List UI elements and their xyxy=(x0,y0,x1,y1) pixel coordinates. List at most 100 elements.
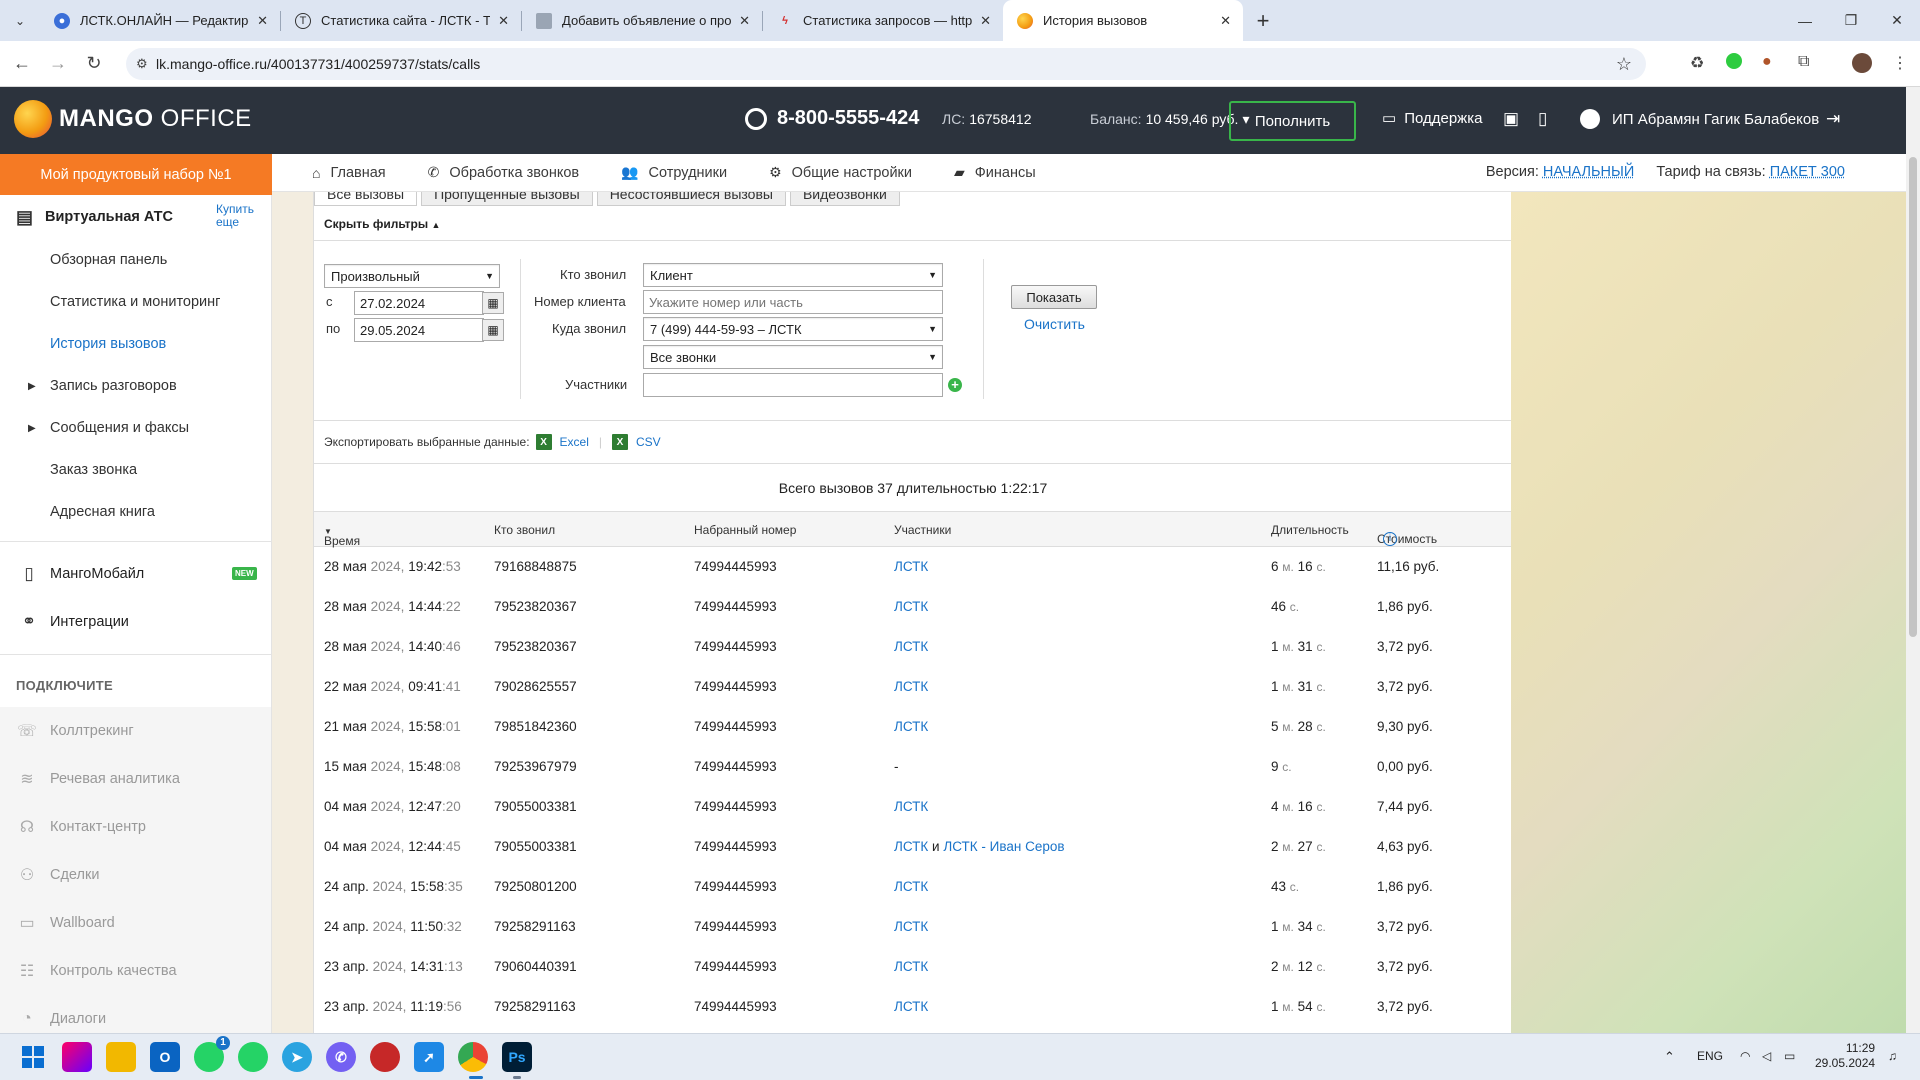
export-csv-link[interactable]: CSV xyxy=(636,435,661,449)
site-info-icon[interactable]: ⚙ xyxy=(136,56,148,72)
participant-link[interactable]: ЛСТК xyxy=(894,799,928,814)
participant-link[interactable]: ЛСТК xyxy=(894,679,928,694)
input-language[interactable]: ENG xyxy=(1697,1049,1723,1063)
nav-call-handling[interactable]: ✆ Обработка звонков xyxy=(428,164,579,181)
close-window-icon[interactable]: ✕ xyxy=(1874,0,1920,41)
back-arrow-icon[interactable]: ← xyxy=(8,53,36,74)
logout-icon[interactable]: ⇥ xyxy=(1826,109,1840,129)
nav-settings[interactable]: ⚙ Общие настройки xyxy=(769,164,912,181)
user-menu[interactable]: ИП Абрамян Гагик Балабеков xyxy=(1580,109,1819,129)
tab-failed-calls[interactable]: Несостоявшиеся вызовы xyxy=(596,192,786,206)
sidebar-item-integrations[interactable]: ⚭ Интеграции xyxy=(0,598,271,646)
rocket-app-icon[interactable]: ➚ xyxy=(414,1042,444,1072)
photoshop-icon[interactable]: Ps xyxy=(502,1042,532,1072)
sidebar-item-callback[interactable]: Заказ звонка xyxy=(0,449,271,491)
new-tab-icon[interactable]: + xyxy=(1243,8,1283,34)
buy-more-link[interactable]: Купить еще xyxy=(216,203,254,229)
forward-arrow-icon[interactable]: → xyxy=(44,53,72,74)
tab-all-calls[interactable]: Все вызовы xyxy=(314,192,418,206)
notifications-bell-icon[interactable]: ♫ xyxy=(1888,1049,1897,1063)
sidebar-item-wallboard[interactable]: ▭ Wallboard xyxy=(0,899,271,947)
hide-filters-toggle[interactable]: Скрыть фильтры ▲ xyxy=(324,217,440,231)
extension-green-icon[interactable] xyxy=(1726,53,1742,69)
outlook-icon[interactable]: O xyxy=(150,1042,180,1072)
participant-link[interactable]: ЛСТК xyxy=(894,839,928,854)
app-red-icon[interactable] xyxy=(370,1042,400,1072)
sidebar-item-call-history[interactable]: История вызовов xyxy=(0,323,271,365)
calendar-icon[interactable]: ▦ xyxy=(482,319,504,341)
info-icon[interactable]: i xyxy=(1383,532,1397,546)
whatsapp-business-icon[interactable] xyxy=(238,1042,268,1072)
date-from-input[interactable]: 27.02.2024 xyxy=(354,291,484,315)
sidebar-item-speech-analytics[interactable]: ≋ Речевая аналитика xyxy=(0,755,271,803)
battery-icon[interactable]: ▭ xyxy=(1784,1049,1795,1063)
product-set-banner[interactable]: Мой продуктовый набор №1 xyxy=(0,154,272,195)
col-time[interactable]: Время ▼ xyxy=(324,523,360,548)
caller-type-select[interactable]: Клиент ▼ xyxy=(643,263,943,287)
period-select[interactable]: Произвольный ▼ xyxy=(324,264,500,288)
address-bar[interactable]: ⚙ lk.mango-office.ru/400137731/400259737… xyxy=(126,48,1646,80)
reload-icon[interactable]: ↻ xyxy=(80,53,108,74)
sidebar-item-contact-center[interactable]: ☊ Контакт-центр xyxy=(0,803,271,851)
version-link[interactable]: НАЧАЛЬНЫЙ xyxy=(1543,164,1634,180)
close-tab-icon[interactable]: ✕ xyxy=(1220,13,1231,29)
sidebar-item-mangomobile[interactable]: ▯ МангоМобайл NEW xyxy=(0,550,271,598)
minimize-icon[interactable]: — xyxy=(1782,0,1828,41)
sidebar-item-recordings[interactable]: ▶ Запись разговоров xyxy=(0,365,271,407)
file-explorer-icon[interactable] xyxy=(106,1042,136,1072)
browser-tab[interactable]: ϟ Статистика запросов — https: ✕ xyxy=(763,0,1003,41)
bookmark-star-icon[interactable]: ☆ xyxy=(1616,54,1632,75)
participant-link[interactable]: ЛСТК xyxy=(894,919,928,934)
call-filter-select[interactable]: Все звонки ▼ xyxy=(643,345,943,369)
participant-link[interactable]: ЛСТК xyxy=(894,639,928,654)
participant-link[interactable]: ЛСТК xyxy=(894,599,928,614)
extensions-puzzle-icon[interactable]: ⧉ xyxy=(1798,53,1809,71)
scrollbar-thumb[interactable] xyxy=(1909,157,1917,637)
participant-link[interactable]: ЛСТК xyxy=(894,879,928,894)
mango-logo[interactable]: MANGO OFFICE xyxy=(14,100,252,138)
sidebar-item-overview[interactable]: Обзорная панель xyxy=(0,239,271,281)
close-tab-icon[interactable]: ✕ xyxy=(257,13,268,29)
sidebar-item-calltracking[interactable]: ☏ Коллтрекинг xyxy=(0,707,271,755)
browser-menu-icon[interactable]: ⋮ xyxy=(1892,53,1908,73)
whatsapp-icon[interactable]: 1 xyxy=(194,1036,230,1072)
close-tab-icon[interactable]: ✕ xyxy=(980,13,991,29)
participants-input[interactable] xyxy=(643,373,943,397)
viber-icon[interactable]: ✆ xyxy=(326,1042,356,1072)
nav-finance[interactable]: ▰ Финансы xyxy=(954,164,1036,181)
restore-icon[interactable]: ❐ xyxy=(1828,0,1874,41)
participant-link[interactable]: ЛСТК xyxy=(894,999,928,1014)
telegram-icon[interactable]: ➤ xyxy=(282,1042,312,1072)
sidebar-item-messages[interactable]: ▶ Сообщения и факсы xyxy=(0,407,271,449)
tab-search-chevron-icon[interactable]: ⌄ xyxy=(0,0,40,41)
date-to-input[interactable]: 29.05.2024 xyxy=(354,318,484,342)
extension-recycle-icon[interactable]: ♻ xyxy=(1690,53,1704,73)
export-excel-link[interactable]: Excel xyxy=(560,435,589,449)
tab-video-calls[interactable]: Видеозвонки xyxy=(789,192,900,206)
browser-tab[interactable]: ● ЛСТК.ОНЛАЙН — Редактиров ✕ xyxy=(40,0,280,41)
tray-overflow-icon[interactable]: ⌃ xyxy=(1664,1049,1675,1065)
volume-icon[interactable]: ◁ xyxy=(1762,1049,1771,1063)
calendar-icon[interactable]: ▦ xyxy=(482,292,504,314)
client-number-input[interactable] xyxy=(643,290,943,314)
sidebar-item-quality-control[interactable]: ☷ Контроль качества xyxy=(0,947,271,995)
balance[interactable]: Баланс: 10 459,46 руб. ▾ xyxy=(1090,111,1249,128)
add-participant-icon[interactable]: + xyxy=(948,378,962,392)
participant-link[interactable]: ЛСТК xyxy=(894,559,928,574)
tariff-link[interactable]: ПАКЕТ 300 xyxy=(1770,164,1845,180)
extension-cookie-icon[interactable]: ● xyxy=(1762,53,1772,71)
browser-tab[interactable]: T Статистика сайта - ЛСТК - Tild ✕ xyxy=(281,0,521,41)
participant-link[interactable]: ЛСТК xyxy=(894,719,928,734)
sidebar-item-address-book[interactable]: Адресная книга xyxy=(0,491,271,533)
system-clock[interactable]: 11:29 29.05.2024 xyxy=(1815,1041,1875,1071)
sidebar-item-deals[interactable]: ⚇ Сделки xyxy=(0,851,271,899)
wifi-icon[interactable]: ◠ xyxy=(1740,1049,1750,1063)
book-icon[interactable]: ▯ xyxy=(1538,109,1547,129)
nav-home[interactable]: ⌂ Главная xyxy=(312,165,386,181)
top-up-button[interactable]: Пополнить xyxy=(1229,101,1356,141)
show-button[interactable]: Показать xyxy=(1011,285,1097,309)
nav-employees[interactable]: 👥 Сотрудники xyxy=(621,164,727,181)
sidebar-item-statistics[interactable]: Статистика и мониторинг xyxy=(0,281,271,323)
browser-tab[interactable]: Добавить объявление о прод ✕ xyxy=(522,0,762,41)
monitor-icon[interactable]: ▣ xyxy=(1503,109,1519,129)
